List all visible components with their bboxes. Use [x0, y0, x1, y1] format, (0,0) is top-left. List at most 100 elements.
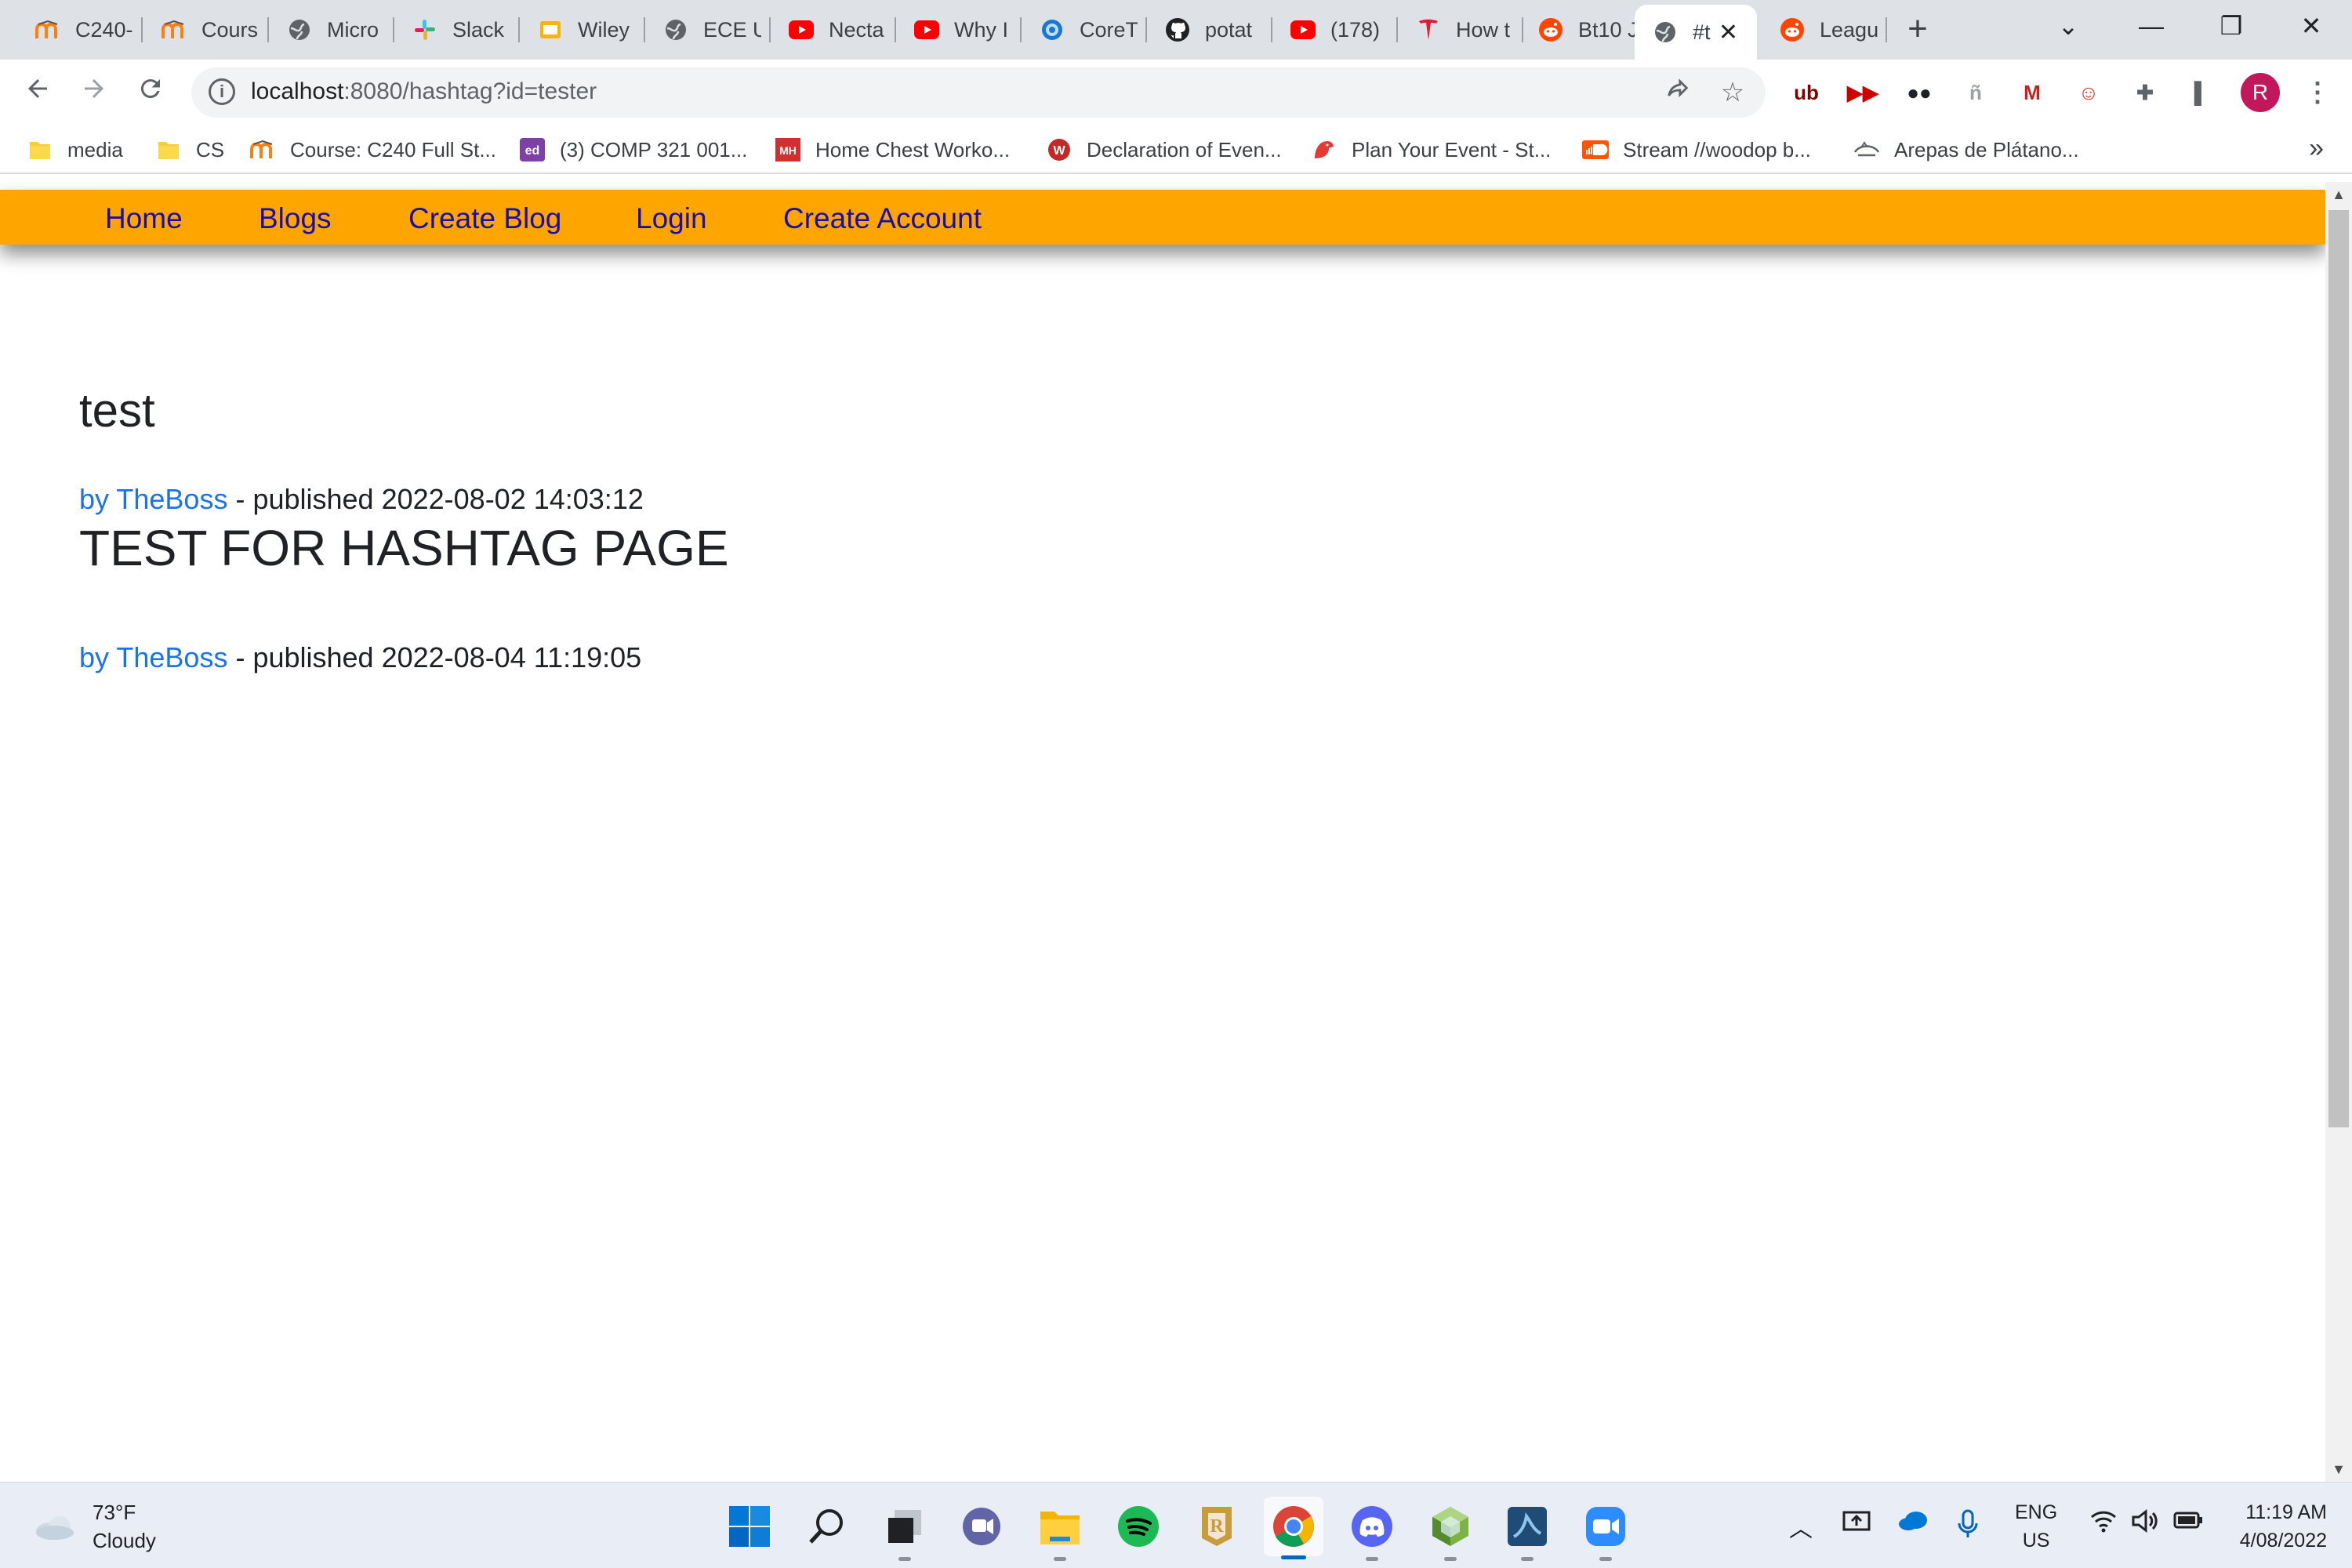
address-bar[interactable]: i localhost:8080/hashtag?id=tester ☆	[191, 67, 1766, 118]
wifi-icon[interactable]	[2090, 1509, 2117, 1539]
browser-tab[interactable]: Wiley	[520, 6, 645, 53]
share-icon[interactable]	[1662, 77, 1693, 108]
restore-button[interactable]: ❐	[2208, 6, 2255, 45]
browser-tab[interactable]: potat	[1147, 6, 1272, 53]
bookmark-item[interactable]: CS	[155, 135, 224, 165]
scroll-down-arrow[interactable]: ▼	[2325, 1457, 2352, 1482]
svg-text:ed: ed	[525, 144, 540, 158]
bookmark-item[interactable]: Plan Your Event - St...	[1311, 135, 1551, 165]
tab-search-button[interactable]: ⌄	[2045, 6, 2092, 45]
page-scrollbar[interactable]: ▲ ▼	[2325, 182, 2352, 1482]
post-published: - published 2022-08-04 11:19:05	[227, 641, 642, 673]
browser-tab-active[interactable]: #t ✕	[1635, 5, 1757, 60]
ext-dark-icon[interactable]: ●●	[1902, 75, 1936, 110]
sidepanel-icon[interactable]: ▌	[2184, 75, 2219, 110]
bookmark-item[interactable]: ed (3) COMP 321 001...	[519, 135, 747, 165]
folder-icon	[155, 136, 182, 163]
browser-tab[interactable]: C240-	[17, 6, 143, 53]
profile-avatar[interactable]: R	[2241, 73, 2280, 112]
bookmark-item[interactable]: Course: C240 Full St...	[249, 135, 496, 165]
windows-start-icon[interactable]	[726, 1503, 773, 1550]
browser-tab[interactable]: Bt10 J	[1520, 6, 1646, 53]
tab-title: CoreT	[1080, 17, 1138, 42]
browser-tab[interactable]: Micro	[269, 6, 394, 53]
bookmark-star-icon[interactable]: ☆	[1717, 77, 1748, 108]
tab-strip: C240- Cours Micro Slack Wiley ECE U Necta Why I…	[0, 0, 2352, 60]
minimize-button[interactable]: —	[2128, 6, 2175, 45]
ublock-icon[interactable]: ub	[1789, 75, 1824, 110]
hexagon-app-icon[interactable]	[1427, 1503, 1474, 1561]
site-info-icon[interactable]: i	[209, 78, 235, 105]
post-author-link[interactable]: by TheBoss	[79, 641, 227, 673]
bookmark-item[interactable]: MH Home Chest Worko...	[775, 135, 1010, 165]
teams-chat-icon[interactable]	[958, 1503, 1005, 1550]
bookmark-item[interactable]: W Declaration of Even...	[1046, 135, 1282, 165]
spotify-icon[interactable]	[1115, 1503, 1162, 1550]
nav-create-account-link[interactable]: Create Account	[783, 202, 982, 235]
onedrive-cloud-icon[interactable]	[1897, 1509, 1929, 1537]
nav-home-link[interactable]: Home	[105, 202, 183, 235]
language-indicator[interactable]: ENG US	[2015, 1498, 2057, 1555]
browser-tab[interactable]: Leagu	[1762, 6, 1887, 53]
browser-menu-icon[interactable]: ⋮	[2300, 75, 2335, 110]
scroll-up-arrow[interactable]: ▲	[2325, 182, 2352, 207]
ext-gray-icon[interactable]: ñ	[1958, 75, 1993, 110]
browser-tab[interactable]: (178)	[1272, 6, 1398, 53]
bookmarks-bar: media CS Course: C240 Full St... ed (3) COMP…	[0, 125, 2352, 174]
bookmark-item[interactable]: Stream //woodop b...	[1582, 135, 1811, 165]
reload-button[interactable]	[129, 71, 172, 114]
browser-tab[interactable]: Why I	[896, 6, 1022, 53]
show-hidden-icons-chevron-icon[interactable]: ︿	[1789, 1509, 1813, 1544]
riot-icon[interactable]: R	[1193, 1503, 1240, 1550]
system-clock[interactable]: 11:19 AM 4/08/2022	[2225, 1498, 2327, 1555]
puzzle-icon[interactable]: ✚	[2128, 75, 2162, 110]
close-window-button[interactable]: ✕	[2288, 6, 2335, 45]
discord-icon[interactable]	[1348, 1503, 1396, 1561]
reddit-icon	[1779, 16, 1806, 43]
nav-login-link[interactable]: Login	[636, 202, 707, 235]
browser-tab[interactable]: CoreT	[1022, 6, 1147, 53]
volume-icon[interactable]	[2131, 1508, 2159, 1539]
gmail-ext-icon[interactable]: M	[2015, 75, 2049, 110]
nav-blogs-link[interactable]: Blogs	[259, 202, 332, 235]
mysql-workbench-icon[interactable]	[1504, 1503, 1551, 1561]
youtube-ext-icon[interactable]: ▶▶	[1846, 75, 1880, 110]
github-icon	[1164, 16, 1191, 43]
browser-tab[interactable]: How t	[1398, 6, 1523, 53]
reddit-icon	[1537, 16, 1564, 43]
tab-separator	[1886, 17, 1887, 42]
battery-charging-icon[interactable]	[2173, 1509, 2205, 1537]
tab-close-icon[interactable]: ✕	[1719, 19, 1738, 46]
url-text[interactable]: localhost:8080/hashtag?id=tester	[251, 78, 597, 105]
back-button[interactable]	[16, 71, 60, 114]
bookmark-item[interactable]: media	[27, 135, 123, 165]
forward-button[interactable]	[72, 71, 116, 114]
cat-ext-icon[interactable]: ☺	[2071, 75, 2106, 110]
scrollbar-thumb[interactable]	[2328, 210, 2349, 1127]
task-view-icon[interactable]	[881, 1503, 928, 1561]
back-arrow-icon	[28, 79, 47, 98]
microphone-icon[interactable]	[1957, 1509, 1979, 1545]
browser-toolbar: i localhost:8080/hashtag?id=tester ☆ ub ▶…	[0, 60, 2352, 125]
tab-title: Necta	[829, 17, 884, 42]
browser-tab[interactable]: Cours	[143, 6, 269, 53]
display-tray-icon[interactable]	[1842, 1509, 1871, 1541]
browser-tab[interactable]: Slack	[394, 6, 520, 53]
chrome-icon[interactable]	[1264, 1497, 1323, 1559]
search-icon[interactable]	[803, 1503, 850, 1550]
weather-widget[interactable]: 73°F Cloudy	[31, 1498, 156, 1555]
globe-icon	[286, 16, 313, 43]
new-tab-button[interactable]: +	[1900, 9, 1935, 49]
nav-create-blog-link[interactable]: Create Blog	[408, 202, 561, 235]
bookmarks-overflow-button[interactable]: »	[2309, 133, 2324, 164]
zoom-icon[interactable]	[1582, 1503, 1629, 1561]
bookmark-item[interactable]: Arepas de Plátano...	[1853, 135, 2079, 165]
browser-tab[interactable]: Necta	[771, 6, 896, 53]
browser-tab[interactable]: ECE U	[645, 6, 771, 53]
tab-title: Slack	[452, 17, 505, 42]
weather-temperature: 73°F	[93, 1501, 136, 1524]
post-author-link[interactable]: by TheBoss	[79, 483, 227, 515]
svg-text:W: W	[1053, 144, 1065, 158]
file-explorer-icon[interactable]	[1036, 1503, 1083, 1561]
tab-title: (178)	[1330, 17, 1381, 42]
